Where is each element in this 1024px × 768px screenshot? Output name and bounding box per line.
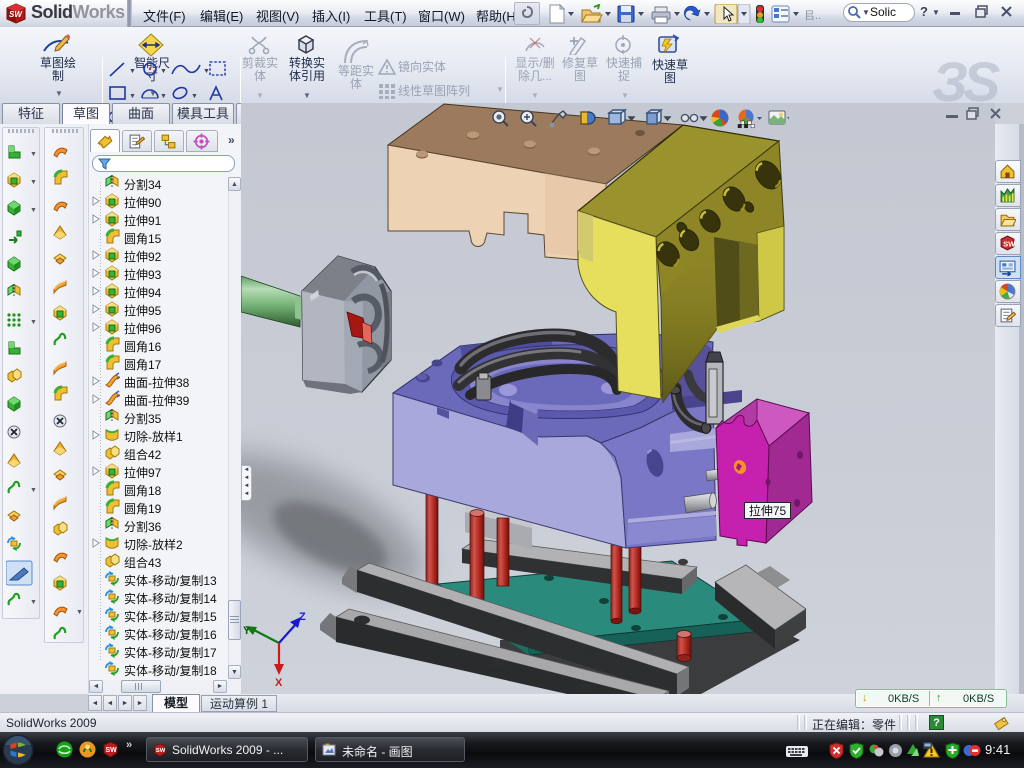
svg-text:SW: SW (106, 747, 118, 754)
svg-text:▼: ▼ (76, 609, 83, 616)
svg-text:▼: ▼ (129, 93, 136, 100)
svg-text:Z: Z (299, 611, 306, 623)
svg-text:㠯..: 㠯.. (804, 10, 821, 22)
svg-text:SW: SW (9, 10, 23, 19)
svg-text:▼: ▼ (30, 179, 37, 186)
svg-text:▼: ▼ (30, 599, 37, 606)
svg-text:X: X (275, 677, 283, 689)
svg-text:▼: ▼ (191, 93, 198, 100)
svg-text:SW: SW (156, 748, 166, 754)
svg-text:▼: ▼ (30, 487, 37, 494)
svg-text:▼: ▼ (129, 68, 136, 75)
svg-text:▼: ▼ (30, 151, 37, 158)
svg-text:SW: SW (1003, 240, 1015, 249)
svg-text:▼: ▼ (203, 68, 210, 75)
svg-text:▼: ▼ (30, 319, 37, 326)
svg-text:▼: ▼ (160, 93, 167, 100)
svg-text:Y: Y (243, 625, 251, 637)
svg-text:▼: ▼ (160, 68, 167, 75)
svg-text:▼: ▼ (30, 207, 37, 214)
